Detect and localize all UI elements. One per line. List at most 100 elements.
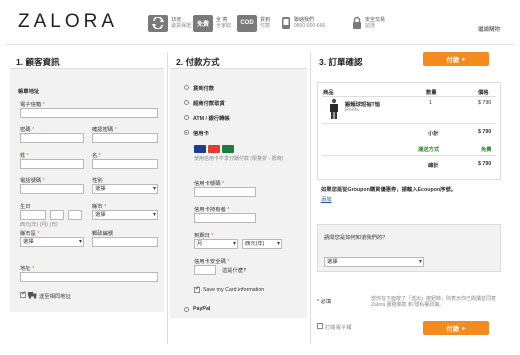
feature-line2: 退貨保證 xyxy=(171,23,192,29)
email-input[interactable] xyxy=(20,108,158,118)
address-input[interactable] xyxy=(20,272,158,282)
convenience-store-radio[interactable] xyxy=(184,100,189,105)
feature-line2: 全家取 xyxy=(216,23,232,29)
card-number-input[interactable] xyxy=(194,187,256,197)
pay-button-label: 付款 xyxy=(446,57,460,64)
password-label: 密碼 * xyxy=(20,127,35,133)
city-select[interactable]: 選擇 xyxy=(20,237,84,247)
billing-address-heading: 帳單地址 xyxy=(18,89,40,95)
gender-select[interactable]: 選擇 xyxy=(92,184,158,194)
cod-icon: COD xyxy=(237,14,257,32)
first-name-input[interactable] xyxy=(92,159,158,169)
last-name-input[interactable] xyxy=(20,159,84,169)
cvv-input[interactable] xyxy=(194,265,216,275)
total-label: 總計 xyxy=(428,163,439,169)
card-holder-input[interactable] xyxy=(194,213,256,223)
continue-shopping-link[interactable]: 繼續購物 xyxy=(478,25,500,33)
atm-radio[interactable] xyxy=(184,115,189,120)
paypal-radio[interactable] xyxy=(184,307,189,312)
shipping-label: 運送方式 xyxy=(418,147,440,153)
credit-card-label: 信用卡 xyxy=(193,131,209,137)
cvv-help-link[interactable]: 這是什麼? xyxy=(222,266,246,274)
feature-secure: 安全交易 認證 xyxy=(352,13,385,33)
postcode-input[interactable] xyxy=(92,237,158,247)
feature-cod: COD 貨到 付款 xyxy=(237,13,270,33)
zalora-logo[interactable]: ZALORA xyxy=(18,11,118,33)
confirm-password-label: 確認密碼 * xyxy=(92,127,117,133)
convenience-store-label: 超商付款取貨 xyxy=(193,101,225,107)
feature-contact: 聯絡我們 0800-000-666 xyxy=(281,13,325,33)
district-select[interactable]: 選擇 xyxy=(92,210,158,220)
column-divider xyxy=(310,52,311,344)
product-qty: 1 xyxy=(429,100,432,106)
paypal-label: PayPal xyxy=(193,306,211,312)
mastercard-icon xyxy=(208,145,220,153)
subtotal-label: 小計 xyxy=(428,131,439,137)
card-number-label: 信用卡號碼 * xyxy=(194,181,225,187)
save-card-label: Save my Card information xyxy=(203,287,265,293)
survey-select[interactable]: 選擇 xyxy=(324,257,424,267)
same-address-checkbox[interactable] xyxy=(20,290,26,298)
table-divider xyxy=(322,123,496,124)
total-value: $ 790 xyxy=(478,161,492,167)
expiry-month-select[interactable]: 月 xyxy=(194,239,238,249)
atm-label: ATM / 銀行轉帳 xyxy=(193,116,230,122)
payment-panel: 貨到付款 超商付款取貨 ATM / 銀行轉帳 信用卡 使用信用卡不享分期付款 (… xyxy=(170,68,307,318)
feature-returns: 15天 退貨保證 xyxy=(148,13,191,33)
birthday-hint: 西元(年) (月) (日) xyxy=(20,222,58,228)
subtotal-value: $ 790 xyxy=(478,129,492,135)
phone-input[interactable] xyxy=(20,184,84,194)
phone-label: 電話號碼 * xyxy=(20,178,45,184)
feature-shipping: 免費 全 寄全家取 xyxy=(193,13,231,33)
district-label: 縣市 * xyxy=(92,204,107,210)
credit-card-radio[interactable] xyxy=(184,130,189,135)
feature-line2: 0800-000-666 xyxy=(294,23,326,29)
coupon-text: 如果您是從Groupon購買優惠券，請輸入Ecoupon序號。 xyxy=(321,187,457,193)
col-header-product: 商品 xyxy=(323,90,334,96)
birth-day-input[interactable] xyxy=(68,210,82,220)
cod-radio[interactable] xyxy=(184,85,189,90)
lock-icon xyxy=(352,16,362,30)
password-input[interactable] xyxy=(20,133,84,143)
free-shipping-icon: 免費 xyxy=(193,14,213,32)
order-title: 3. 訂單確認 xyxy=(319,57,363,67)
confirm-password-input[interactable] xyxy=(92,133,158,143)
survey-panel: 請問您是如何知道我們的? 選擇 xyxy=(317,224,501,272)
birth-year-input[interactable] xyxy=(20,210,46,220)
feature-line2: 認證 xyxy=(365,23,376,29)
visa-card-icon xyxy=(194,145,206,153)
product-price: $ 790 xyxy=(478,100,492,106)
customer-info-title: 1. 顧客資訊 xyxy=(16,57,60,67)
same-address-label: 送至相同地址 xyxy=(39,294,71,300)
card-holder-label: 信用卡持有者 * xyxy=(194,207,230,213)
table-divider xyxy=(322,96,496,97)
birthday-label: 生日 xyxy=(20,204,31,210)
truck-icon xyxy=(28,291,37,299)
table-divider xyxy=(322,155,496,156)
card-hint: 使用信用卡不享分期付款 (限量折 - 限時) xyxy=(194,156,284,162)
birth-month-input[interactable] xyxy=(50,210,64,220)
gender-label: 性別 xyxy=(92,178,103,184)
cvv-label: 信用卡安全碼 * xyxy=(194,259,230,265)
pay-button-top[interactable]: 付款 ▸ xyxy=(423,52,489,66)
cod-label: 貨到付款 xyxy=(193,86,215,92)
newsletter-checkbox[interactable] xyxy=(317,323,323,329)
required-note: * 必填 xyxy=(317,299,332,305)
expiry-year-select[interactable]: 西元(年) xyxy=(242,239,282,249)
coupon-add-link[interactable]: 添加 xyxy=(321,195,332,203)
save-card-checkbox[interactable] xyxy=(194,285,200,293)
col-header-qty: 數量 xyxy=(426,90,437,96)
column-divider xyxy=(167,52,168,344)
address-label: 地址 * xyxy=(20,266,35,272)
customer-info-panel: 帳單地址 電子信箱 * 密碼 * 確認密碼 * 姓 * 名 * 電話號碼 * 性… xyxy=(10,68,164,312)
expiry-label: 到期日 * xyxy=(194,233,214,239)
product-thumbnail xyxy=(328,98,340,120)
col-header-price: 價格 xyxy=(478,90,489,96)
pay-button-bottom[interactable]: 付款 ▸ xyxy=(423,321,489,335)
phone-icon xyxy=(281,16,291,30)
newsletter-label: 訂閱電子報 xyxy=(325,325,352,331)
last-name-label: 姓 * xyxy=(20,153,29,159)
order-summary-table: 商品 數量 價格 鍛麵球短袖T恤 Roots 1 $ 790 小計 $ 790 … xyxy=(317,82,501,180)
product-brand: Roots xyxy=(345,107,359,113)
feature-line2: 付款 xyxy=(260,23,271,29)
